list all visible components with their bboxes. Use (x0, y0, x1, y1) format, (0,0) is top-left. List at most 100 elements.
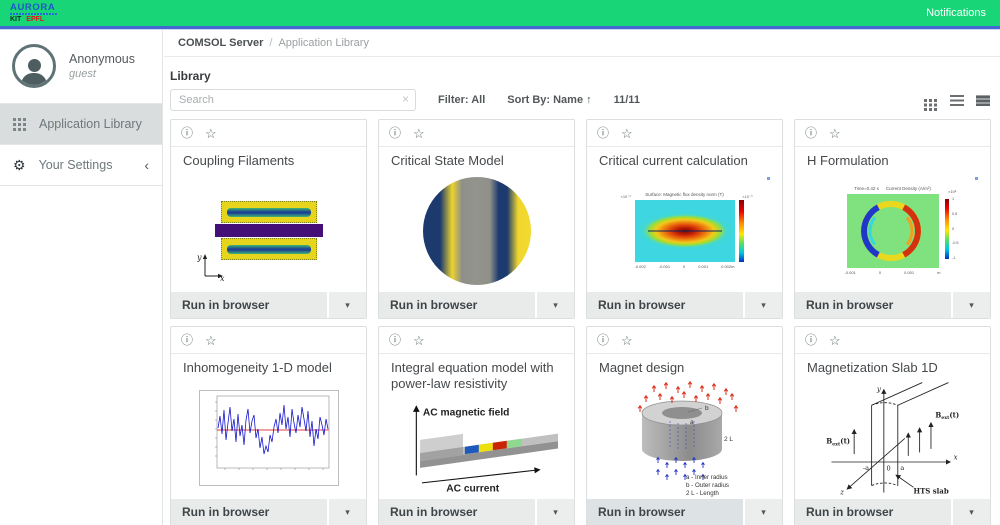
app-card-coupling-filaments: ⓘ ☆ Coupling Filaments y x (170, 119, 367, 319)
run-options-dropdown[interactable]: ▾ (537, 292, 574, 318)
inhomogeneity-thumbnail (171, 376, 366, 499)
run-in-browser-button[interactable]: Run in browser (171, 499, 327, 525)
coupling-filaments-thumbnail: y x (171, 169, 366, 292)
run-options-dropdown[interactable]: ▾ (329, 499, 366, 525)
aurora-logo-subtitle (10, 13, 58, 15)
app-card-integral-equation-model: ⓘ ☆ Integral equation model with power-l… (378, 326, 575, 525)
favorite-star-icon[interactable]: ☆ (829, 127, 841, 140)
run-in-browser-button[interactable]: Run in browser (587, 292, 743, 318)
svg-text:-a: -a (862, 463, 868, 471)
current-label: AC current (446, 483, 500, 494)
top-bar: AURORA KIT EPFL Notifications (0, 0, 1000, 26)
sidebar-item-your-settings[interactable]: ⚙ Your Settings ‹ (0, 145, 162, 186)
info-icon[interactable]: ⓘ (181, 334, 193, 346)
favorite-star-icon[interactable]: ☆ (413, 127, 425, 140)
grid-view-icon[interactable] (924, 99, 927, 102)
avatar-person-icon (28, 59, 41, 72)
colorbar (739, 200, 744, 262)
notifications-button[interactable]: Notifications (926, 7, 986, 19)
b-ext-left-label: Bext(t) (826, 436, 850, 447)
critical-state-model-thumbnail (379, 169, 574, 292)
svg-text:2 L: 2 L (724, 436, 733, 443)
run-in-browser-button[interactable]: Run in browser (379, 499, 535, 525)
info-icon[interactable]: ⓘ (597, 334, 609, 346)
user-role: guest (69, 68, 135, 80)
user-name: Anonymous (69, 52, 135, 66)
sort-direction-icon[interactable]: ↑ (586, 94, 592, 106)
clear-search-icon[interactable]: × (402, 92, 409, 106)
plot-title: Surface: Magnetic flux density norm (T) (635, 192, 735, 197)
card-title: Coupling Filaments (171, 147, 366, 169)
app-card-critical-current-calculation: ⓘ ☆ Critical current calculation Surface… (586, 119, 783, 319)
info-icon[interactable]: ⓘ (389, 127, 401, 139)
magnet-legend-l: 2 L - Length (686, 490, 719, 497)
app-card-h-formulation: ⓘ ☆ H Formulation Time=0.42 s Current De… (794, 119, 991, 319)
card-title: Integral equation model with power-law r… (379, 354, 574, 393)
card-title: Magnetization Slab 1D (795, 354, 990, 376)
favorite-star-icon[interactable]: ☆ (621, 127, 633, 140)
magnet-legend-a: a - Inner radius (686, 474, 728, 481)
info-icon[interactable]: ⓘ (597, 127, 609, 139)
svg-text:z: z (839, 488, 844, 496)
info-icon[interactable]: ⓘ (181, 127, 193, 139)
run-options-dropdown[interactable]: ▾ (537, 499, 574, 525)
favorite-star-icon[interactable]: ☆ (413, 334, 425, 347)
magnet-design-thumbnail: b a 2 L a - Inner radius b - Outer radiu… (587, 376, 782, 499)
aurora-logo: AURORA KIT EPFL (10, 3, 58, 24)
card-title: Inhomogeneity 1-D model (171, 354, 366, 376)
critical-current-thumbnail: Surface: Magnetic flux density norm (T) … (587, 169, 782, 292)
chevron-collapse-icon[interactable]: ‹ (144, 157, 149, 173)
run-options-dropdown[interactable]: ▾ (745, 499, 782, 525)
magnetization-slab-thumbnail: y x z -a 0 a Bext(t) Bext(t) HTS slab (795, 376, 990, 499)
plot-time: Time=0.42 s (854, 186, 879, 191)
card-title: Critical current calculation (587, 147, 782, 169)
run-in-browser-button[interactable]: Run in browser (171, 292, 327, 318)
svg-text:b: b (705, 405, 709, 412)
breadcrumb-root[interactable]: COMSOL Server (178, 37, 263, 49)
field-label: AC magnetic field (422, 407, 509, 418)
run-in-browser-button[interactable]: Run in browser (795, 292, 951, 318)
info-icon[interactable]: ⓘ (805, 127, 817, 139)
sort-control[interactable]: Sort By: Name ↑ (507, 94, 591, 106)
aurora-logo-title: AURORA (10, 3, 58, 13)
user-block: Anonymous guest (0, 30, 162, 103)
svg-text:0: 0 (886, 464, 890, 472)
info-icon[interactable]: ⓘ (805, 334, 817, 346)
b-ext-right-label: Bext(t) (935, 410, 959, 421)
run-in-browser-button[interactable]: Run in browser (587, 499, 743, 525)
app-card-magnet-design: ⓘ ☆ Magnet design (586, 326, 783, 525)
info-icon[interactable]: ⓘ (389, 334, 401, 346)
breadcrumb: COMSOL Server / Application Library (164, 30, 1000, 57)
run-options-dropdown[interactable]: ▾ (953, 292, 990, 318)
library-toolbar: × Filter: All Sort By: Name ↑ 11/11 (170, 89, 990, 111)
favorite-star-icon[interactable]: ☆ (205, 334, 217, 347)
filter-control[interactable]: Filter: All (438, 94, 485, 106)
run-options-dropdown[interactable]: ▾ (329, 292, 366, 318)
epfl-logo: EPFL (26, 16, 44, 23)
sidebar-item-application-library[interactable]: Application Library (0, 104, 162, 145)
favorite-star-icon[interactable]: ☆ (621, 334, 633, 347)
svg-text:x: x (953, 453, 957, 461)
run-options-dropdown[interactable]: ▾ (953, 499, 990, 525)
run-options-dropdown[interactable]: ▾ (745, 292, 782, 318)
h-formulation-thumbnail: Time=0.42 s Current Density (A/m²) (795, 169, 990, 292)
kit-logo: KIT (10, 16, 21, 23)
page-title: Library (170, 69, 1000, 83)
list-view-icon[interactable] (950, 95, 964, 106)
x-axis-ticks: -0.002 -0.001 0 0.001 0.002m (635, 264, 735, 269)
main-content: COMSOL Server / Application Library Libr… (164, 30, 1000, 525)
plot-title: Current Density (A/m²) (886, 186, 931, 191)
app-card-inhomogeneity-1d-model: ⓘ ☆ Inhomogeneity 1-D model (170, 326, 367, 525)
apps-grid-icon (13, 118, 26, 131)
table-view-icon[interactable] (976, 95, 990, 106)
svg-text:a: a (900, 463, 904, 471)
search-input[interactable] (170, 89, 416, 111)
result-count: 11/11 (614, 94, 640, 106)
run-in-browser-button[interactable]: Run in browser (795, 499, 951, 525)
favorite-star-icon[interactable]: ☆ (829, 334, 841, 347)
sidebar-item-label: Your Settings (39, 158, 113, 172)
favorite-star-icon[interactable]: ☆ (205, 127, 217, 140)
colorbar (945, 199, 949, 259)
svg-text:x: x (220, 274, 225, 282)
run-in-browser-button[interactable]: Run in browser (379, 292, 535, 318)
